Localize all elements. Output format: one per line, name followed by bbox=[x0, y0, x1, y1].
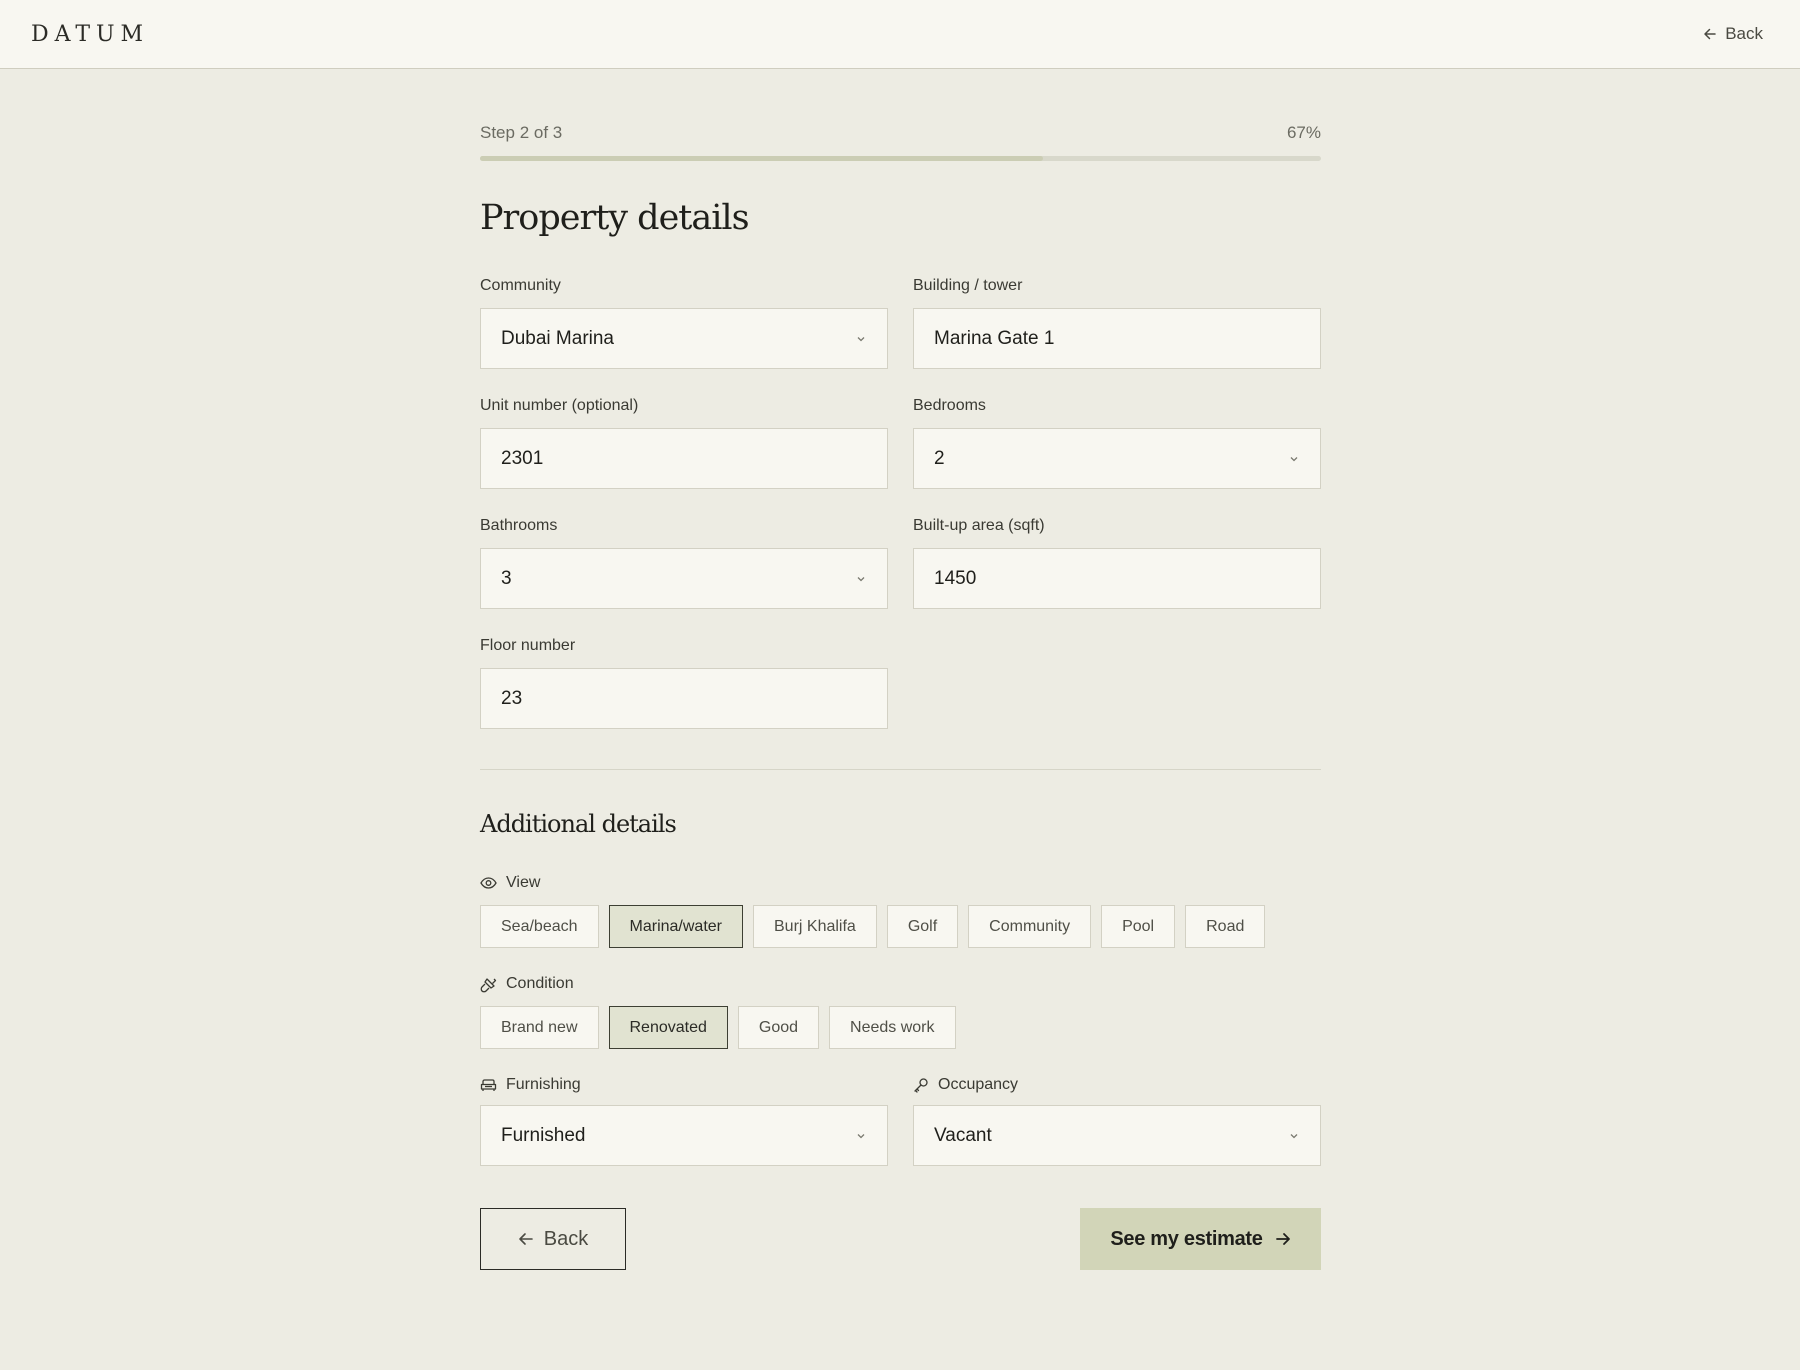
chevron-down-icon bbox=[857, 336, 865, 341]
arrow-left-icon bbox=[518, 1233, 533, 1245]
floor-label: Floor number bbox=[480, 637, 576, 654]
view-option-chip[interactable]: Sea/beach bbox=[480, 905, 599, 948]
section-divider bbox=[480, 769, 1321, 770]
view-label: View bbox=[506, 874, 541, 891]
see-estimate-button[interactable]: See my estimate bbox=[1080, 1208, 1321, 1270]
building-input[interactable]: Marina Gate 1 bbox=[913, 308, 1321, 369]
bedrooms-field: Bedrooms 2 bbox=[913, 397, 1321, 489]
page-title: Property details bbox=[480, 198, 750, 238]
occupancy-label-group: Occupancy bbox=[913, 1076, 1321, 1094]
header-back-button[interactable]: Back bbox=[1703, 24, 1763, 44]
back-button-label: Back bbox=[543, 1227, 589, 1250]
progress-percent: 67% bbox=[1286, 123, 1321, 142]
bathrooms-select[interactable]: 3 bbox=[480, 548, 888, 609]
bedrooms-value: 2 bbox=[934, 447, 945, 469]
occupancy-select[interactable]: Vacant bbox=[913, 1105, 1321, 1166]
step-indicator: Step 2 of 3 67% bbox=[480, 123, 1321, 143]
bathrooms-label: Bathrooms bbox=[480, 517, 558, 534]
furnishing-field: Furnishing Furnished bbox=[480, 1076, 888, 1166]
occupancy-value: Vacant bbox=[934, 1124, 992, 1146]
key-icon bbox=[914, 1078, 928, 1093]
paintbrush-icon bbox=[480, 977, 497, 992]
view-option-chip[interactable]: Marina/water bbox=[608, 905, 743, 948]
progress-bar bbox=[480, 156, 1321, 161]
condition-option-chip[interactable]: Needs work bbox=[829, 1006, 956, 1049]
progress-bar-fill bbox=[480, 156, 1044, 161]
view-option-chip[interactable]: Road bbox=[1185, 905, 1266, 948]
community-value: Dubai Marina bbox=[501, 327, 614, 349]
condition-label: Condition bbox=[506, 975, 574, 992]
occupancy-field: Occupancy Vacant bbox=[913, 1076, 1321, 1166]
logo[interactable]: DATUM bbox=[31, 22, 149, 47]
occupancy-label: Occupancy bbox=[938, 1076, 1019, 1093]
chevron-down-icon bbox=[1290, 1133, 1298, 1138]
chevron-down-icon bbox=[857, 1133, 865, 1138]
community-label: Community bbox=[480, 277, 561, 294]
additional-details-title: Additional details bbox=[480, 810, 677, 838]
furnishing-label: Furnishing bbox=[506, 1076, 581, 1093]
area-label: Built-up area (sqft) bbox=[913, 517, 1045, 534]
area-input[interactable]: 1450 bbox=[913, 548, 1321, 609]
bedrooms-label: Bedrooms bbox=[913, 397, 986, 414]
view-options: Sea/beach Marina/water Burj Khalifa Golf Com… bbox=[480, 905, 1266, 948]
header-back-label: Back bbox=[1725, 24, 1763, 43]
community-select[interactable]: Dubai Marina bbox=[480, 308, 888, 369]
back-button[interactable]: Back bbox=[480, 1208, 626, 1270]
unit-label: Unit number (optional) bbox=[480, 397, 639, 414]
bathrooms-value: 3 bbox=[501, 567, 512, 589]
sofa-icon bbox=[480, 1079, 497, 1091]
condition-option-chip[interactable]: Good bbox=[737, 1006, 820, 1049]
chevron-down-icon bbox=[857, 576, 865, 581]
arrow-right-icon bbox=[1275, 1233, 1290, 1245]
view-option-chip[interactable]: Community bbox=[968, 905, 1092, 948]
view-option-chip[interactable]: Burj Khalifa bbox=[753, 905, 877, 948]
condition-options: Brand new Renovated Good Needs work bbox=[480, 1006, 956, 1049]
furnishing-label-group: Furnishing bbox=[480, 1076, 888, 1094]
chevron-down-icon bbox=[1290, 456, 1298, 461]
see-estimate-label: See my estimate bbox=[1110, 1227, 1263, 1250]
building-field: Building / tower Marina Gate 1 bbox=[913, 277, 1321, 369]
furnishing-select[interactable]: Furnished bbox=[480, 1105, 888, 1166]
area-field: Built-up area (sqft) 1450 bbox=[913, 517, 1321, 609]
condition-option-chip[interactable]: Renovated bbox=[608, 1006, 728, 1049]
unit-value: 2301 bbox=[501, 447, 544, 469]
view-option-chip[interactable]: Pool bbox=[1101, 905, 1176, 948]
unit-input[interactable]: 2301 bbox=[480, 428, 888, 489]
furnishing-value: Furnished bbox=[501, 1124, 586, 1146]
eye-icon bbox=[480, 877, 497, 889]
arrow-left-icon bbox=[1704, 28, 1716, 40]
area-value: 1450 bbox=[934, 567, 977, 589]
condition-label-group: Condition bbox=[480, 975, 574, 993]
step-text: Step 2 of 3 bbox=[480, 123, 563, 142]
building-value: Marina Gate 1 bbox=[934, 327, 1055, 349]
view-option-chip[interactable]: Golf bbox=[886, 905, 959, 948]
bathrooms-field: Bathrooms 3 bbox=[480, 517, 888, 609]
condition-option-chip[interactable]: Brand new bbox=[480, 1006, 599, 1049]
floor-field: Floor number 23 bbox=[480, 637, 888, 729]
view-label-group: View bbox=[480, 874, 540, 892]
floor-input[interactable]: 23 bbox=[480, 668, 888, 729]
building-label: Building / tower bbox=[913, 277, 1023, 294]
unit-field: Unit number (optional) 2301 bbox=[480, 397, 888, 489]
community-field: Community Dubai Marina bbox=[480, 277, 888, 369]
bedrooms-select[interactable]: 2 bbox=[913, 428, 1321, 489]
top-bar: DATUM Back bbox=[0, 0, 1800, 69]
floor-value: 23 bbox=[501, 687, 523, 709]
